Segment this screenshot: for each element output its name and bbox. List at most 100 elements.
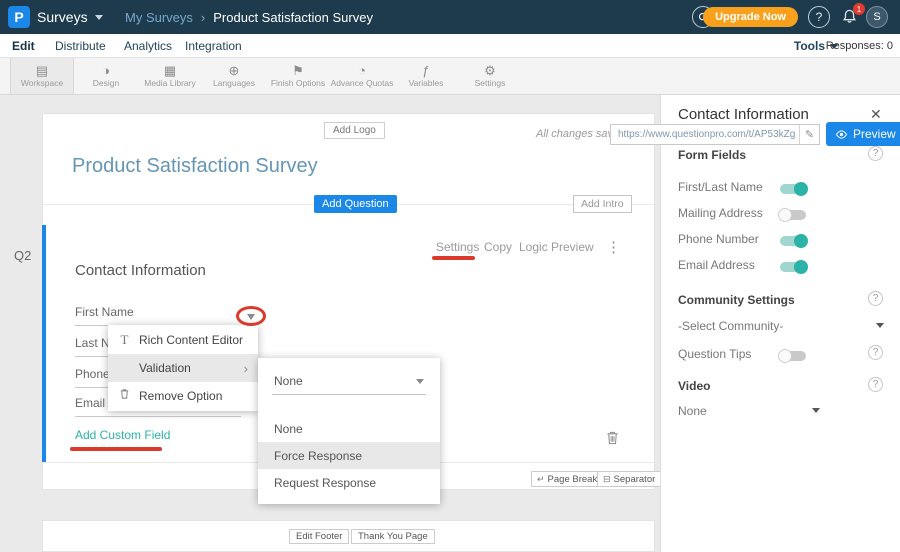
- toggle-label-email-address: Email Address: [678, 258, 755, 272]
- validation-select[interactable]: None: [272, 368, 426, 395]
- toggle-label-first-last-name: First/Last Name: [678, 180, 763, 194]
- menu-item-validation[interactable]: Validation ›: [108, 354, 258, 382]
- eye-icon: [835, 128, 848, 141]
- tab-analytics[interactable]: Analytics: [124, 39, 172, 53]
- question-title[interactable]: Contact Information: [75, 262, 206, 279]
- add-question-button[interactable]: Add Question: [314, 195, 397, 213]
- chevron-down-icon[interactable]: [812, 408, 820, 413]
- toggle-mailing-address[interactable]: [780, 210, 806, 220]
- help-button[interactable]: ?: [808, 6, 830, 28]
- close-icon[interactable]: ✕: [870, 106, 882, 123]
- builder-toolbar: ▤ Workspace ◑ Design ▦ Media Library ⊕ L…: [0, 58, 900, 95]
- toolbar-item-workspace[interactable]: ▤ Workspace: [10, 58, 74, 94]
- product-switcher[interactable]: Surveys: [37, 9, 103, 25]
- toolbar-item-settings[interactable]: ⚙ Settings: [458, 58, 522, 94]
- help-icon[interactable]: ?: [868, 291, 883, 306]
- chevron-down-icon: [95, 15, 103, 20]
- trash-icon: [118, 388, 131, 404]
- finish-options-icon: ⚑: [292, 64, 304, 77]
- design-icon: ◑: [102, 64, 110, 77]
- community-select[interactable]: -Select Community-: [678, 319, 783, 333]
- add-custom-field-link[interactable]: Add Custom Field: [75, 428, 170, 442]
- preview-button[interactable]: Preview: [826, 122, 900, 146]
- questionpro-logo[interactable]: P: [8, 6, 30, 28]
- pencil-icon: ✎: [805, 128, 814, 141]
- tab-integration[interactable]: Integration: [185, 39, 242, 53]
- submenu-arrow-icon: ›: [244, 361, 248, 376]
- field-first-name[interactable]: First Name: [75, 300, 241, 326]
- notifications-button[interactable]: 1: [841, 8, 859, 26]
- toggle-label-phone-number: Phone Number: [678, 232, 759, 246]
- page-break-icon: ↵: [537, 474, 545, 485]
- menu-item-remove-option[interactable]: Remove Option: [108, 382, 258, 410]
- add-intro-button[interactable]: Add Intro: [573, 195, 632, 213]
- variables-icon: ƒ: [422, 64, 429, 77]
- tab-edit[interactable]: Edit: [12, 39, 35, 53]
- question-action-logic[interactable]: Logic: [519, 240, 548, 254]
- separator-icon: ⊟: [603, 474, 611, 485]
- edit-url-button[interactable]: ✎: [799, 125, 819, 144]
- question-tips-label: Question Tips: [678, 347, 751, 361]
- spacer: [258, 403, 440, 415]
- responses-count[interactable]: Responses: 0: [826, 40, 893, 52]
- toolbar-item-advance-quotas[interactable]: ◔ Advance Quotas: [330, 58, 394, 94]
- tools-label: Tools: [794, 39, 825, 53]
- menu-item-rich-content-editor[interactable]: T Rich Content Editor: [108, 326, 258, 354]
- user-avatar[interactable]: S: [866, 6, 888, 28]
- selected-question-indicator: [42, 225, 46, 462]
- trash-icon: [605, 430, 620, 446]
- validation-option-force-response[interactable]: Force Response: [258, 442, 440, 469]
- upgrade-now-button[interactable]: Upgrade Now: [703, 7, 798, 27]
- chevron-down-icon[interactable]: [876, 323, 884, 328]
- toggle-email-address[interactable]: [780, 262, 806, 272]
- settings-gear-icon: ⚙: [484, 64, 496, 77]
- help-icon[interactable]: ?: [868, 377, 883, 392]
- toggle-first-last-name[interactable]: [780, 184, 806, 194]
- validation-option-request-response[interactable]: Request Response: [258, 469, 440, 496]
- product-name: Surveys: [37, 9, 88, 25]
- question-action-copy[interactable]: Copy: [484, 240, 512, 254]
- form-fields-heading: Form Fields: [678, 148, 746, 162]
- help-icon[interactable]: ?: [868, 345, 883, 360]
- edit-footer-button[interactable]: Edit Footer: [289, 529, 349, 544]
- toolbar-item-variables[interactable]: ƒ Variables: [394, 58, 458, 94]
- toolbar-item-languages[interactable]: ⊕ Languages: [202, 58, 266, 94]
- page-break-button[interactable]: ↵ Page Break: [531, 471, 603, 487]
- toggle-label-mailing-address: Mailing Address: [678, 206, 763, 220]
- survey-url-box: ✎: [610, 124, 820, 145]
- top-bar: P Surveys My Surveys › Product Satisfact…: [0, 0, 900, 34]
- validation-option-none[interactable]: None: [258, 415, 440, 442]
- notification-badge: 1: [853, 3, 865, 15]
- field-context-menu: T Rich Content Editor Validation › Remov…: [108, 325, 258, 411]
- help-icon[interactable]: ?: [868, 146, 883, 161]
- question-mark-icon: ?: [816, 10, 823, 24]
- validation-submenu: None None Force Response Request Respons…: [258, 358, 440, 504]
- toolbar-item-media-library[interactable]: ▦ Media Library: [138, 58, 202, 94]
- rich-text-icon: T: [118, 332, 131, 348]
- survey-title[interactable]: Product Satisfaction Survey: [72, 155, 318, 178]
- question-number: Q2: [14, 248, 31, 263]
- delete-question-button[interactable]: [605, 430, 620, 451]
- question-action-preview[interactable]: Preview: [551, 240, 594, 254]
- sidebar-title: Contact Information: [678, 106, 809, 123]
- survey-url-input[interactable]: [611, 125, 799, 144]
- survey-nav: Edit Distribute Analytics Integration To…: [0, 34, 900, 58]
- separator-button[interactable]: ⊟ Separator: [597, 471, 661, 487]
- tab-distribute[interactable]: Distribute: [55, 39, 106, 53]
- add-logo-button[interactable]: Add Logo: [324, 122, 385, 139]
- toolbar-item-finish-options[interactable]: ⚑ Finish Options: [266, 58, 330, 94]
- toggle-phone-number[interactable]: [780, 236, 806, 246]
- toggle-question-tips[interactable]: [780, 351, 806, 361]
- breadcrumb-my-surveys[interactable]: My Surveys: [125, 10, 193, 25]
- breadcrumb-separator: ›: [201, 10, 205, 25]
- video-heading: Video: [678, 379, 710, 393]
- field-options-chevron-icon[interactable]: [247, 314, 255, 320]
- toolbar-item-design[interactable]: ◑ Design: [74, 58, 138, 94]
- breadcrumb: My Surveys › Product Satisfaction Survey: [125, 10, 373, 25]
- question-more-menu[interactable]: ⋮: [606, 238, 621, 256]
- advance-quotas-icon: ◔: [358, 64, 366, 77]
- video-select[interactable]: None: [678, 404, 707, 418]
- question-action-settings[interactable]: Settings: [436, 240, 479, 254]
- thank-you-page-button[interactable]: Thank You Page: [351, 529, 435, 544]
- app-window: P Surveys My Surveys › Product Satisfact…: [0, 0, 900, 552]
